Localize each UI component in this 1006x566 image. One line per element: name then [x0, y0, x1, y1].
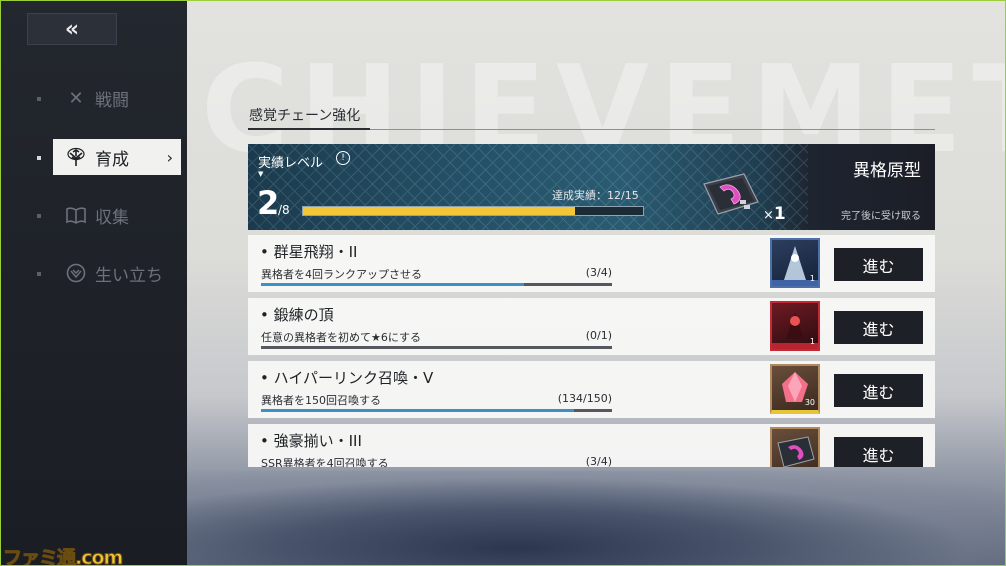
task-title: • 強豪揃い・III: [260, 432, 362, 450]
nav-item-label: 戦闘: [95, 90, 129, 111]
task-title: • ハイパーリンク召喚・V: [260, 369, 434, 387]
task-count: (134/150): [557, 392, 612, 405]
level-value: 2: [257, 184, 280, 222]
section-title: 感覚チェーン強化: [249, 108, 361, 124]
task-description: SSR異格者を4回召喚する: [261, 457, 389, 467]
task-row: • 群星飛翔・II 異格者を4回ランクアップさせる (3/4) 1 進む: [248, 235, 935, 292]
go-button[interactable]: 進む: [834, 248, 923, 281]
tree-icon: [65, 146, 87, 168]
back-button[interactable]: «: [27, 13, 117, 45]
nav-item-collection[interactable]: 収集: [53, 197, 181, 233]
task-count: (3/4): [585, 455, 612, 467]
blue-character-card-icon[interactable]: 1: [770, 238, 820, 288]
task-title: • 鍛練の頂: [260, 306, 334, 324]
magnet-module-icon[interactable]: [770, 427, 820, 467]
go-button[interactable]: 進む: [834, 374, 923, 407]
reward-name: 異格原型: [853, 161, 921, 181]
nav-dot: [37, 156, 41, 160]
pink-crystal-icon[interactable]: 30: [770, 364, 820, 414]
nav-item-label: 収集: [95, 207, 129, 228]
task-progress-bar: [261, 409, 612, 412]
level-label: 実績レベル ▼: [258, 156, 324, 178]
task-title: • 群星飛翔・II: [260, 243, 358, 261]
task-progress-fill: [261, 409, 575, 412]
red-character-card-icon[interactable]: 1: [770, 301, 820, 351]
achievement-level-banner: 実績レベル ▼ ! 2 /8 達成実績：12/15 ×1 異格原型 完了後に受け取…: [248, 144, 935, 230]
level-progress-bar: [302, 206, 644, 216]
task-count: (3/4): [585, 266, 612, 279]
task-description: 任意の異格者を初めて★6にする: [261, 331, 421, 344]
task-row: • ハイパーリンク召喚・V 異格者を150回召喚する (134/150) 30 …: [248, 361, 935, 418]
magnet-module-icon[interactable]: [700, 170, 760, 218]
crossed-swords-icon: ✕: [68, 87, 84, 109]
task-row: • 強豪揃い・III SSR異格者を4回召喚する (3/4) 進む: [248, 424, 935, 467]
reward-count: ×1: [763, 204, 786, 224]
info-icon[interactable]: !: [336, 151, 350, 165]
nav-dot: [37, 272, 41, 276]
task-progress-bar: [261, 283, 612, 286]
sidebar: « ✕ 戦闘 育成 › 収集 生い立ち: [1, 1, 187, 565]
task-description: 異格者を4回ランクアップさせる: [261, 268, 422, 281]
nav-dot: [37, 214, 41, 218]
nav-item-label: 生い立ち: [95, 265, 163, 286]
task-description: 異格者を150回召喚する: [261, 394, 381, 407]
nav-dot: [37, 97, 41, 101]
go-button[interactable]: 進む: [834, 311, 923, 344]
level-progress-fill: [303, 207, 575, 215]
task-progress-bar: [261, 346, 612, 349]
chevron-right-icon: ›: [166, 147, 173, 167]
progress-label: 達成実績：12/15: [552, 189, 639, 202]
nav-item-origins[interactable]: 生い立ち: [53, 255, 181, 291]
task-progress-fill: [261, 283, 525, 286]
task-count: (0/1): [585, 329, 612, 342]
level-max: /8: [278, 203, 290, 217]
task-row: • 鍛練の頂 任意の異格者を初めて★6にする (0/1) 1 進む: [248, 298, 935, 355]
go-button[interactable]: 進む: [834, 437, 923, 467]
nav-item-label: 育成: [95, 149, 129, 170]
emblem-icon: [65, 262, 87, 284]
game-screen: CHIEVEMET « ✕ 戦闘 育成 › 収集 生い立ち 感覚チェーン強化 実…: [0, 0, 1006, 566]
nav-item-battle[interactable]: ✕ 戦闘: [53, 80, 181, 116]
nav-item-training[interactable]: 育成 ›: [53, 139, 181, 175]
background-splash: [187, 471, 1005, 565]
double-chevron-left-icon: «: [64, 16, 80, 42]
section-title-underline: [248, 128, 370, 130]
reward-hint: 完了後に受け取る: [841, 211, 921, 222]
book-icon: [65, 204, 87, 226]
watermark-logo: ファミ通.com: [2, 547, 123, 566]
